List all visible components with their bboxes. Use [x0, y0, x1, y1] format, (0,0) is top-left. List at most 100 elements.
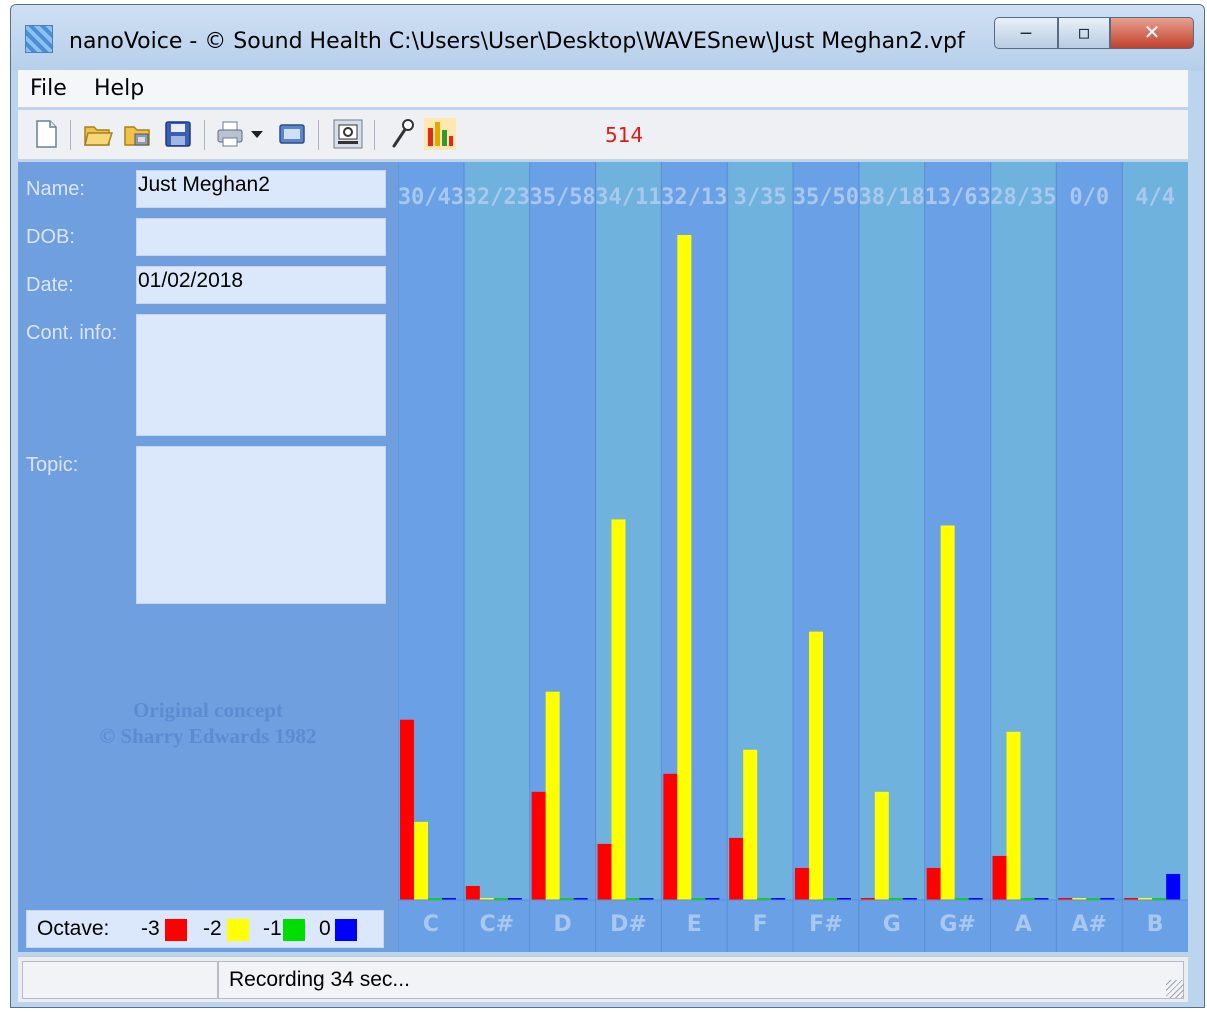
status-cell-message: Recording 34 sec... [218, 961, 1184, 999]
note-ratio-label: 30/43 [398, 185, 464, 210]
note-column [1123, 162, 1188, 900]
toolbar-separator [374, 120, 375, 150]
bar-E-octave-3 [663, 773, 678, 900]
app-icon[interactable] [25, 25, 53, 53]
print-icon[interactable] [214, 118, 246, 150]
save-icon[interactable] [162, 118, 194, 150]
bar-chart-icon[interactable] [424, 118, 456, 150]
chart-mode-icon[interactable] [332, 118, 364, 150]
bar-Gsharp-octave-3 [926, 867, 941, 900]
octave-swatch-minus3 [165, 919, 187, 941]
dob-field[interactable] [136, 218, 386, 256]
note-chart: 30/43 32/23 35/58 34/11 32/13 3/35 35/50 38/18 1… [398, 162, 1188, 952]
note-label: E [687, 912, 702, 937]
menu-file-label: File [30, 76, 67, 101]
octave-legend-item-label: -1 [263, 917, 282, 940]
bar-Csharp-octave-3 [465, 885, 480, 900]
menu-help-label: Help [94, 76, 145, 101]
bar-C-octave-3 [400, 719, 414, 900]
note-label: G [883, 912, 901, 937]
status-message: Recording 34 sec... [229, 968, 410, 991]
note-column [596, 162, 662, 900]
note-label: A [1015, 912, 1032, 937]
note-ratio-label: 4/4 [1135, 185, 1175, 210]
date-field[interactable]: 01/02/2018 [136, 266, 386, 304]
note-column [1057, 162, 1123, 900]
maximize-button[interactable]: ▫ [1058, 17, 1110, 49]
note-label: A# [1072, 912, 1107, 937]
maximize-icon: ▫ [1077, 20, 1091, 44]
menu-file[interactable]: File [30, 76, 67, 101]
microphone-icon[interactable] [386, 118, 418, 150]
topic-label: Topic: [26, 454, 79, 476]
minimize-button[interactable]: ‒ [994, 17, 1058, 49]
window-title: nanoVoice - © Sound Health C:\Users\User… [69, 29, 965, 54]
note-column [530, 162, 596, 900]
title-bar[interactable]: nanoVoice - © Sound Health C:\Users\User… [11, 5, 1204, 71]
resize-grip[interactable] [1166, 980, 1184, 998]
concept-note-line2: © Sharry Edwards 1982 [99, 724, 317, 748]
name-label: Name: [26, 178, 85, 200]
note-label: D [553, 912, 571, 937]
note-ratio-label: 28/35 [990, 185, 1056, 210]
note-column [464, 162, 530, 900]
dob-label: DOB: [26, 226, 75, 248]
note-ratio-label: 35/50 [793, 185, 859, 210]
note-label: F [753, 912, 768, 937]
bar-Gsharp-octave-2 [940, 525, 955, 900]
note-chart-svg: 30/43 32/23 35/58 34/11 32/13 3/35 35/50 38/18 1… [398, 162, 1188, 952]
open-icon[interactable] [82, 118, 114, 150]
toolbar-separator [204, 120, 205, 150]
open-archive-icon[interactable] [122, 118, 154, 150]
contact-info-label: Cont. info: [26, 322, 118, 344]
contact-info-field[interactable] [136, 314, 386, 436]
octave-swatch-minus2 [227, 919, 249, 941]
bar-A-octave-2 [1006, 731, 1021, 900]
octave-legend-item-label: 0 [319, 917, 331, 940]
close-button[interactable]: ✕ [1110, 17, 1194, 49]
bar-D-octave-2 [545, 691, 560, 900]
note-ratio-label: 0/0 [1069, 185, 1109, 210]
minimize-icon: ‒ [1019, 20, 1033, 44]
bar-Fsharp-octave-3 [795, 867, 809, 900]
note-ratio-label: 38/18 [859, 185, 925, 210]
new-icon[interactable] [30, 118, 62, 150]
menu-bar: File Help [18, 70, 1188, 108]
toolbar-separator [70, 120, 71, 150]
note-label: F# [809, 912, 842, 937]
date-label: Date: [26, 274, 74, 296]
note-ratio-label: 13/63 [924, 185, 990, 210]
bar-F-octave-3 [729, 837, 744, 900]
octave-legend: Octave: -3 -2 -1 0 [26, 910, 384, 948]
octave-swatch-minus1 [283, 919, 305, 941]
note-column [991, 162, 1057, 900]
close-icon: ✕ [1143, 20, 1161, 44]
status-bar: Recording 34 sec... [18, 956, 1188, 1002]
bar-Fsharp-octave-2 [809, 631, 823, 900]
note-label: C# [479, 912, 514, 937]
note-label: G# [939, 912, 976, 937]
note-label: C [423, 912, 439, 937]
bar-B-octave0 [1166, 873, 1181, 900]
status-cell-empty [22, 961, 218, 999]
octave-legend-label: Octave: [37, 917, 110, 940]
octave-legend-item-label: -3 [141, 917, 160, 940]
dropdown-icon[interactable] [248, 118, 266, 150]
note-column [925, 162, 991, 900]
octave-legend-item-label: -2 [203, 917, 222, 940]
topic-field[interactable] [136, 446, 386, 604]
menu-help[interactable]: Help [94, 76, 144, 101]
octave-swatch-0 [335, 919, 357, 941]
bar-F-octave-2 [743, 749, 758, 900]
window-controls: ‒ ▫ ✕ [994, 17, 1201, 51]
note-label: B [1147, 912, 1164, 937]
screen-icon[interactable] [276, 118, 308, 150]
sample-counter: 514 [605, 123, 644, 147]
note-ratio-label: 35/58 [529, 185, 595, 210]
note-ratio-label: 32/23 [464, 185, 530, 210]
note-column [794, 162, 859, 900]
note-column [728, 162, 793, 900]
toolbar-separator [318, 120, 319, 150]
name-field[interactable]: Just Meghan2 [136, 170, 386, 208]
bar-A-octave-3 [992, 855, 1007, 900]
